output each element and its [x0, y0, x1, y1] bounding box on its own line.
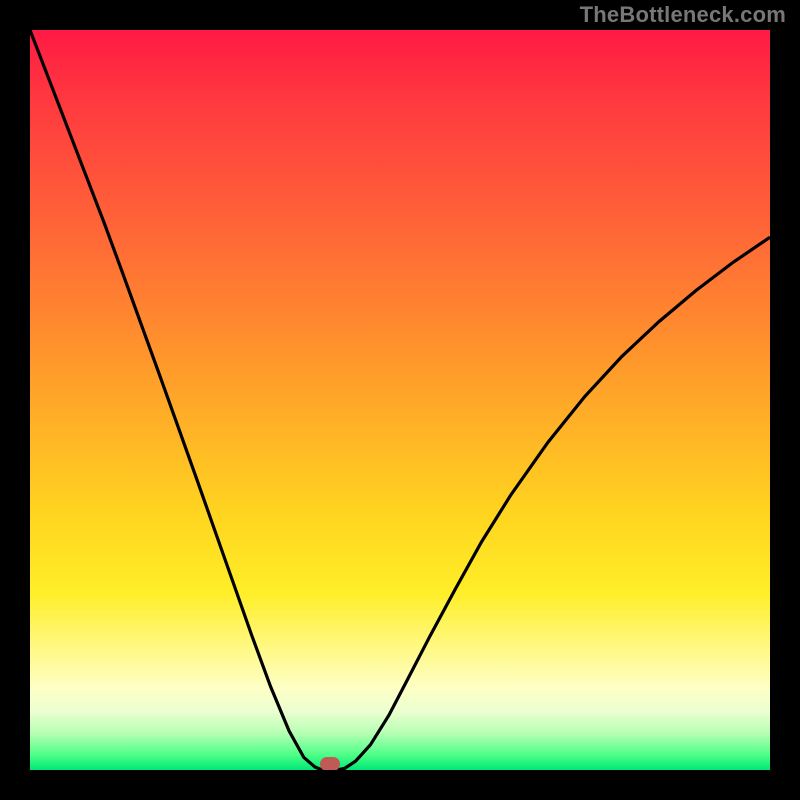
plot-area: [30, 30, 770, 770]
minimum-marker: [320, 757, 340, 770]
chart-frame: TheBottleneck.com: [0, 0, 800, 800]
bottleneck-curve: [30, 30, 770, 770]
watermark-text: TheBottleneck.com: [580, 2, 786, 28]
curve-path: [30, 30, 770, 770]
